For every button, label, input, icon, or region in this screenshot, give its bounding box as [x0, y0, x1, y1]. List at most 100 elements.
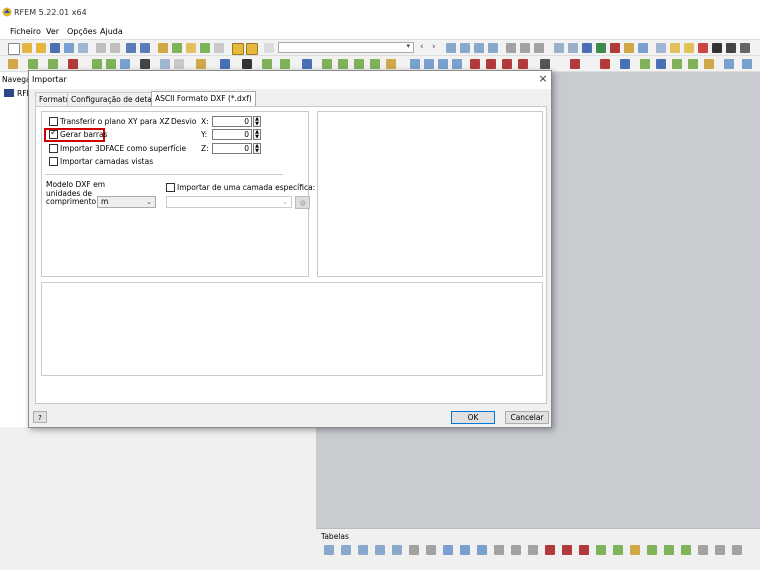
- workplane-icon[interactable]: [656, 59, 666, 69]
- extend-icon[interactable]: [354, 59, 364, 69]
- node-icon[interactable]: [8, 59, 18, 69]
- previous-icon[interactable]: ‹: [420, 43, 430, 53]
- section-icon[interactable]: [638, 43, 648, 53]
- table-tool-icon[interactable]: [443, 545, 453, 555]
- menu-help[interactable]: Ajuda: [100, 27, 123, 36]
- table-tool-icon[interactable]: [426, 545, 436, 555]
- filter-icon[interactable]: [520, 43, 530, 53]
- table-tool-icon[interactable]: [698, 545, 708, 555]
- table-tool-icon[interactable]: [511, 545, 521, 555]
- results-icon[interactable]: [446, 43, 456, 53]
- menu-options[interactable]: Opções: [67, 27, 97, 36]
- support-tool-icon[interactable]: [120, 59, 130, 69]
- grid-settings-icon[interactable]: [742, 59, 752, 69]
- solid-view-icon[interactable]: [486, 59, 496, 69]
- save-icon[interactable]: [50, 43, 60, 53]
- shading-icon[interactable]: [518, 59, 528, 69]
- ok-button[interactable]: OK: [451, 411, 495, 424]
- print-preview-icon[interactable]: [78, 43, 88, 53]
- window-icon[interactable]: [214, 43, 224, 53]
- trim-icon[interactable]: [370, 59, 380, 69]
- offset-y-input[interactable]: 0: [212, 129, 252, 140]
- layer-picker-button[interactable]: ◍: [295, 196, 310, 209]
- import-3dface-checkbox[interactable]: [49, 144, 58, 153]
- new-file-icon[interactable]: [8, 43, 20, 55]
- guide-icon[interactable]: [640, 59, 650, 69]
- line-tool-icon[interactable]: [28, 59, 38, 69]
- settings-gear-icon[interactable]: [726, 43, 736, 53]
- offset-x-spinner[interactable]: ▲ ▼: [253, 116, 261, 127]
- tab-dxf-format[interactable]: ASCII Formato DXF (*.dxf): [151, 91, 256, 107]
- load-case-icon[interactable]: [264, 43, 274, 53]
- tool-icon[interactable]: [740, 43, 750, 53]
- offset-x-input[interactable]: 0: [212, 116, 252, 127]
- edit-icon[interactable]: [158, 43, 168, 53]
- local-axis-icon[interactable]: [688, 59, 698, 69]
- offset-z-input[interactable]: 0: [212, 143, 252, 154]
- print-icon[interactable]: [64, 43, 74, 53]
- undo-icon[interactable]: [126, 43, 136, 53]
- import-visible-layers-checkbox[interactable]: [49, 157, 58, 166]
- table-toggle-icon[interactable]: [246, 43, 258, 55]
- copy-icon[interactable]: [96, 43, 106, 53]
- redo-icon[interactable]: [140, 43, 150, 53]
- model-icon[interactable]: [596, 43, 606, 53]
- specific-layer-checkbox[interactable]: [166, 183, 175, 192]
- table-tool-icon[interactable]: [324, 545, 334, 555]
- coordinate-icon[interactable]: [672, 59, 682, 69]
- paste-icon[interactable]: [110, 43, 120, 53]
- measure-icon[interactable]: [624, 43, 634, 53]
- axis-icon[interactable]: [724, 59, 734, 69]
- table-tool-icon[interactable]: [579, 545, 589, 555]
- rendered-icon[interactable]: [502, 59, 512, 69]
- table-tool-icon[interactable]: [341, 545, 351, 555]
- warning-icon[interactable]: [684, 43, 694, 53]
- cancel-icon[interactable]: [570, 59, 580, 69]
- table-tool-icon[interactable]: [494, 545, 504, 555]
- divide-icon[interactable]: [322, 59, 332, 69]
- help-button[interactable]: ?: [33, 411, 47, 423]
- opening-icon[interactable]: [106, 59, 116, 69]
- table-tool-icon[interactable]: [681, 545, 691, 555]
- delete-icon[interactable]: [610, 43, 620, 53]
- wireframe-icon[interactable]: [470, 59, 480, 69]
- table-tool-icon[interactable]: [732, 545, 742, 555]
- move-icon[interactable]: [302, 59, 312, 69]
- table-tool-icon[interactable]: [545, 545, 555, 555]
- offset-y-spinner[interactable]: ▲ ▼: [253, 129, 261, 140]
- specific-layer-select[interactable]: ⌄: [166, 196, 292, 208]
- join-icon[interactable]: [338, 59, 348, 69]
- table-tool-icon[interactable]: [630, 545, 640, 555]
- circle-tool-icon[interactable]: [712, 43, 722, 53]
- model-units-select[interactable]: m ⌄: [97, 196, 156, 208]
- table-tool-icon[interactable]: [460, 545, 470, 555]
- hinge-icon[interactable]: [140, 59, 150, 69]
- surface-icon[interactable]: [68, 59, 78, 69]
- table-tool-icon[interactable]: [647, 545, 657, 555]
- table-tool-icon[interactable]: [664, 545, 674, 555]
- menu-file[interactable]: Ficheiro: [10, 27, 41, 36]
- check-icon[interactable]: [386, 59, 396, 69]
- dxf-layer-icon[interactable]: [704, 59, 714, 69]
- rotate-icon[interactable]: [242, 59, 252, 69]
- line-icon[interactable]: [656, 43, 666, 53]
- table-tool-icon[interactable]: [613, 545, 623, 555]
- table-tool-icon[interactable]: [358, 545, 368, 555]
- scale-icon[interactable]: [534, 43, 544, 53]
- table-tool-icon[interactable]: [375, 545, 385, 555]
- next-icon[interactable]: ›: [432, 43, 442, 53]
- solid-icon[interactable]: [92, 59, 102, 69]
- table-tool-icon[interactable]: [528, 545, 538, 555]
- table-tool-icon[interactable]: [409, 545, 419, 555]
- panel-toggle-icon[interactable]: [232, 43, 244, 55]
- menu-view[interactable]: Ver: [46, 27, 59, 36]
- grid-icon[interactable]: [554, 43, 564, 53]
- z-view-icon[interactable]: [452, 59, 462, 69]
- load-case-dropdown[interactable]: ▾: [278, 42, 414, 53]
- copy-tool-icon[interactable]: [280, 59, 290, 69]
- close-icon[interactable]: ×: [537, 73, 549, 85]
- zoom-icon[interactable]: [172, 43, 182, 53]
- display-icon[interactable]: [582, 43, 592, 53]
- layer-icon[interactable]: [220, 59, 230, 69]
- table-tool-icon[interactable]: [715, 545, 725, 555]
